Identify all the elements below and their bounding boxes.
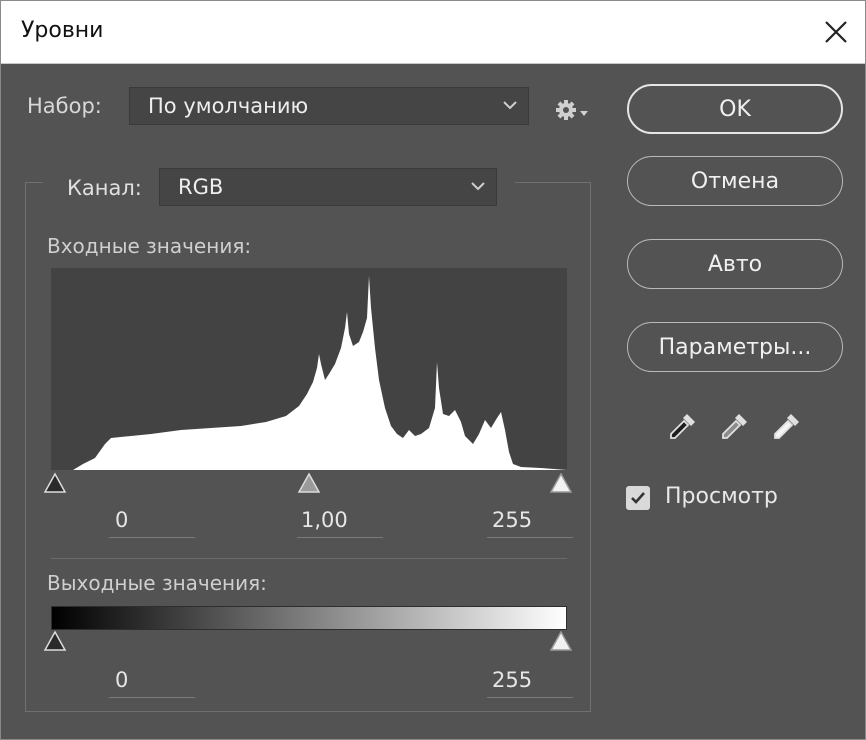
levels-separator: [51, 558, 567, 559]
histogram-shape: [51, 276, 567, 470]
input-black-underline: [109, 537, 195, 538]
close-icon: [825, 21, 847, 43]
input-white-slider[interactable]: [549, 472, 573, 494]
options-button[interactable]: Параметры...: [627, 322, 843, 372]
title-bar: Уровни: [1, 1, 865, 64]
levels-dialog: Уровни Набор: По умолчанию Канал: RGB Вх…: [0, 0, 866, 740]
output-white-underline: [487, 697, 573, 698]
cancel-button[interactable]: Отмена: [627, 156, 843, 206]
channel-label: Канал:: [43, 166, 166, 206]
gear-icon[interactable]: [553, 96, 591, 124]
dialog-body: Набор: По умолчанию Канал: RGB Входные з…: [1, 64, 865, 739]
channel-dropdown[interactable]: RGB: [159, 168, 497, 206]
preset-dropdown[interactable]: По умолчанию: [129, 87, 529, 125]
input-white-value[interactable]: 255: [492, 508, 532, 532]
dialog-title: Уровни: [21, 18, 104, 43]
histogram: [51, 268, 567, 470]
ok-button[interactable]: OK: [627, 84, 843, 134]
output-white-value[interactable]: 255: [492, 668, 532, 692]
input-gamma-slider[interactable]: [297, 472, 321, 494]
chevron-down-icon: [503, 101, 517, 110]
preview-label: Просмотр: [665, 484, 778, 509]
input-black-value[interactable]: 0: [115, 508, 128, 532]
input-levels-label: Входные значения:: [47, 234, 252, 258]
input-white-underline: [487, 537, 573, 538]
auto-button[interactable]: Авто: [627, 239, 843, 289]
black-point-eyedropper-icon[interactable]: [665, 410, 699, 444]
close-button[interactable]: [815, 11, 857, 53]
output-white-slider[interactable]: [549, 630, 573, 652]
channel-value: RGB: [178, 175, 224, 199]
preset-value: По умолчанию: [148, 94, 309, 118]
checkmark-icon: [631, 492, 645, 504]
input-black-slider[interactable]: [43, 472, 67, 494]
output-black-value[interactable]: 0: [115, 668, 128, 692]
groupbox-gap: [497, 181, 515, 183]
gray-point-eyedropper-icon[interactable]: [717, 410, 751, 444]
output-gradient-bar: [51, 606, 567, 630]
input-gamma-underline: [297, 537, 383, 538]
output-black-slider[interactable]: [43, 630, 67, 652]
histogram-plot: [51, 276, 567, 470]
preset-label: Набор:: [27, 94, 102, 118]
preview-checkbox[interactable]: [626, 486, 650, 510]
output-black-underline: [109, 697, 195, 698]
input-gamma-value[interactable]: 1,00: [301, 508, 348, 532]
chevron-down-icon: [471, 182, 485, 191]
output-levels-label: Выходные значения:: [47, 571, 267, 595]
white-point-eyedropper-icon[interactable]: [769, 410, 803, 444]
